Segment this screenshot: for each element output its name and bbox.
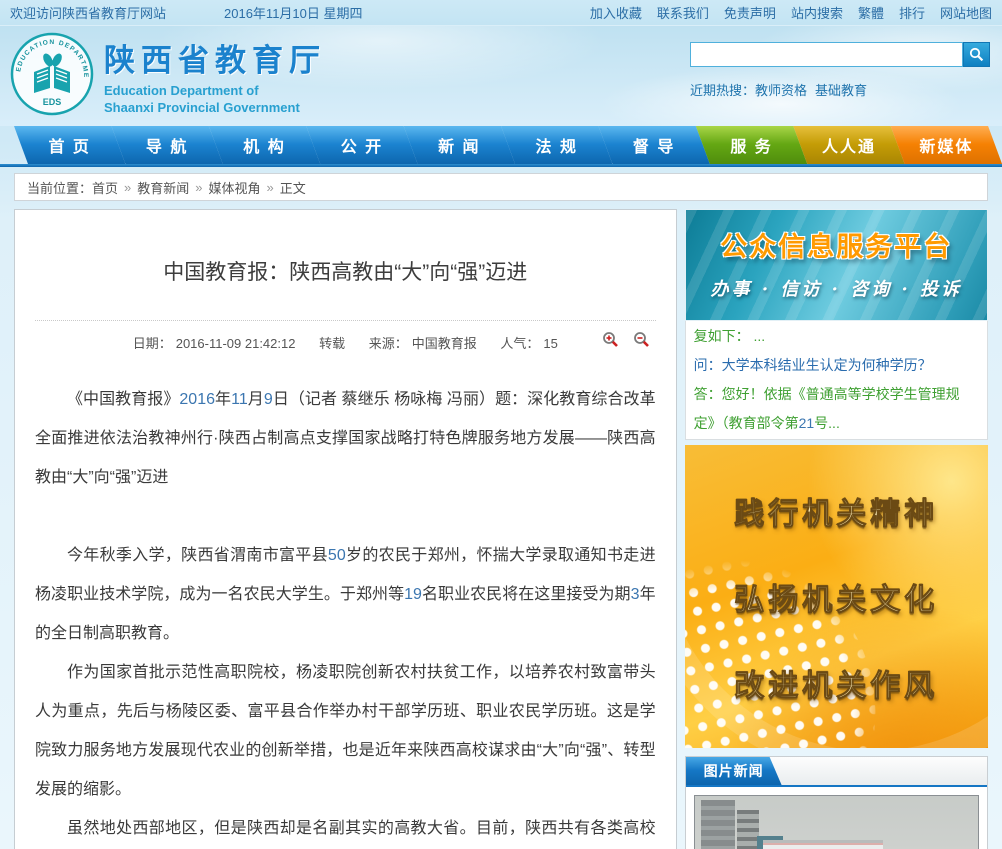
breadcrumb: 当前位置：首页 » 教育新闻 » 媒体视角 » 正文	[14, 173, 988, 201]
nav-tab-9[interactable]: 人人通	[793, 126, 904, 164]
breadcrumb-separator: »	[267, 180, 274, 195]
qa-marquee[interactable]: 复如下： ...问：大学本科结业生认定为何种学历？答：您好！依据《普通高等学校学…	[685, 321, 988, 440]
topbar-link-4[interactable]: 站内搜索	[791, 3, 843, 22]
search-input[interactable]	[690, 42, 963, 67]
article-paragraph-2: 今年秋季入学，陕西省渭南市富平县50岁的农民于郑州，怀揣大学录取通知书走进杨凌职…	[35, 536, 656, 653]
hot-search-label: 近期热搜：	[690, 83, 755, 98]
svg-text:EDS: EDS	[43, 97, 62, 107]
nav-tab-6[interactable]: 法 规	[501, 126, 612, 164]
article-panel: 中国教育报：陕西高教由“大”向“强”迈进 日期： 2016-11-09 21:42…	[14, 209, 677, 849]
hot-search-term-1[interactable]: 教师资格	[755, 83, 807, 98]
topbar-link-5[interactable]: 繁體	[858, 3, 884, 22]
topbar-link-1[interactable]: 加入收藏	[590, 3, 642, 22]
qa-answer-1[interactable]: 复如下： ...	[694, 322, 979, 351]
nav-tab-7[interactable]: 督 导	[598, 126, 709, 164]
breadcrumb-label: 当前位置：	[27, 178, 92, 197]
banner-title: 公众信息服务平台	[686, 225, 987, 264]
agency-spirit-banner[interactable]: 践行机关精神弘扬机关文化改进机关作风	[685, 445, 988, 748]
topbar-links: 加入收藏联系我们免责声明站内搜索繁體排行网站地图	[590, 3, 992, 22]
nav-tab-2[interactable]: 导 航	[111, 126, 222, 164]
qa-question-4[interactable]: 问：西安欧亚学院招生宣传误导考生	[694, 438, 979, 440]
site-brand: 陕西省教育厅 Education Department of Shaanxi P…	[104, 35, 326, 117]
current-date: 2016年11月10日 星期四	[224, 3, 363, 22]
search-button[interactable]	[963, 42, 990, 67]
spirit-line-3: 改进机关作风	[685, 661, 988, 705]
font-zoom-in-icon[interactable]	[602, 331, 619, 348]
photo-news-tab[interactable]: 图片新闻	[686, 757, 782, 785]
qa-question-2[interactable]: 问：大学本科结业生认定为何种学历？	[694, 351, 979, 380]
breadcrumb-item-3[interactable]: 媒体视角	[209, 178, 261, 197]
banner-subtitle: 办事 · 信访 · 咨询 · 投诉	[686, 275, 987, 301]
search-area: 近期热搜：教师资格基础教育	[690, 42, 990, 99]
nav-tab-5[interactable]: 新 闻	[404, 126, 515, 164]
search-icon	[969, 47, 984, 62]
topbar-link-6[interactable]: 排行	[899, 3, 925, 22]
photo-building-tower	[737, 810, 759, 849]
breadcrumb-separator: »	[124, 180, 131, 195]
main-navigation: 首 页导 航机 构公 开新 闻法 规督 导服 务人人通新媒体	[0, 126, 1002, 164]
photo-school-building	[763, 840, 883, 849]
font-zoom-out-icon[interactable]	[633, 331, 650, 348]
topbar-link-2[interactable]: 联系我们	[657, 3, 709, 22]
public-service-banner[interactable]: 公众信息服务平台 办事 · 信访 · 咨询 · 投诉	[685, 209, 988, 321]
main-content: 中国教育报：陕西高教由“大”向“强”迈进 日期： 2016-11-09 21:42…	[14, 209, 988, 849]
spirit-line-1: 践行机关精神	[685, 489, 988, 533]
photo-news-section: 图片新闻	[685, 756, 988, 849]
article-title: 中国教育报：陕西高教由“大”向“强”迈进	[35, 256, 656, 286]
meta-source: 中国教育报	[412, 336, 477, 351]
article-meta: 日期： 2016-11-09 21:42:12 转载 来源： 中国教育报 人气： 15	[35, 320, 656, 352]
photo-news-image[interactable]	[694, 795, 979, 849]
top-utility-bar: 欢迎访问陕西省教育厅网站 2016年11月10日 星期四 加入收藏联系我们免责声…	[0, 0, 1002, 26]
site-subtitle: Education Department of Shaanxi Provinci…	[104, 83, 326, 117]
breadcrumb-separator: »	[195, 180, 202, 195]
meta-date-label: 日期：	[133, 336, 172, 351]
topbar-link-7[interactable]: 网站地图	[940, 3, 992, 22]
article-paragraph-3: 作为国家首批示范性高职院校，杨凌职院创新农村扶贫工作，以培养农村致富带头人为重点…	[35, 653, 656, 809]
spirit-line-2: 弘扬机关文化	[685, 575, 988, 619]
site-title: 陕西省教育厅	[104, 35, 326, 80]
photo-building-left	[701, 800, 735, 849]
meta-views: 15	[543, 336, 557, 351]
qa-answer-3[interactable]: 答：您好！依据《普通高等学校学生管理规定》（教育部令第21号...	[694, 380, 979, 438]
meta-views-label: 人气：	[500, 336, 539, 351]
meta-source-label: 来源：	[369, 336, 408, 351]
article-body: 《中国教育报》2016年11月9日（记者 蔡继乐 杨咏梅 冯丽）题：深化教育综合…	[35, 380, 656, 849]
site-logo[interactable]: EDUCATION DEPARTMENT OF SHAANXI EDS	[10, 32, 94, 121]
nav-tab-4[interactable]: 公 开	[306, 126, 417, 164]
breadcrumb-item-1[interactable]: 首页	[92, 178, 118, 197]
nav-tab-10[interactable]: 新媒体	[891, 126, 1002, 164]
breadcrumb-item-2[interactable]: 教育新闻	[137, 178, 189, 197]
nav-underline	[0, 164, 1002, 167]
hot-search-row: 近期热搜：教师资格基础教育	[690, 80, 990, 99]
meta-date: 2016-11-09 21:42:12	[176, 336, 296, 351]
welcome-text: 欢迎访问陕西省教育厅网站	[10, 3, 166, 22]
meta-repost: 转载	[319, 336, 345, 351]
eds-seal-icon: EDUCATION DEPARTMENT OF SHAANXI EDS	[10, 32, 94, 116]
hot-search-term-2[interactable]: 基础教育	[815, 83, 867, 98]
nav-tab-3[interactable]: 机 构	[209, 126, 320, 164]
nav-tab-1[interactable]: 首 页	[14, 126, 125, 164]
sidebar: 公众信息服务平台 办事 · 信访 · 咨询 · 投诉 复如下： ...问：大学本…	[685, 209, 988, 849]
photo-news-header: 图片新闻	[686, 757, 987, 787]
breadcrumb-item-4: 正文	[280, 178, 306, 197]
article-paragraph-1: 《中国教育报》2016年11月9日（记者 蔡继乐 杨咏梅 冯丽）题：深化教育综合…	[35, 380, 656, 497]
article-paragraph-4: 虽然地处西部地区，但是陕西却是名副其实的高教大省。目前，陕西共有各类高校108所…	[35, 809, 656, 849]
site-header: EDUCATION DEPARTMENT OF SHAANXI EDS 陕西省教…	[0, 26, 1002, 126]
topbar-link-3[interactable]: 免责声明	[724, 3, 776, 22]
nav-tab-8[interactable]: 服 务	[696, 126, 807, 164]
